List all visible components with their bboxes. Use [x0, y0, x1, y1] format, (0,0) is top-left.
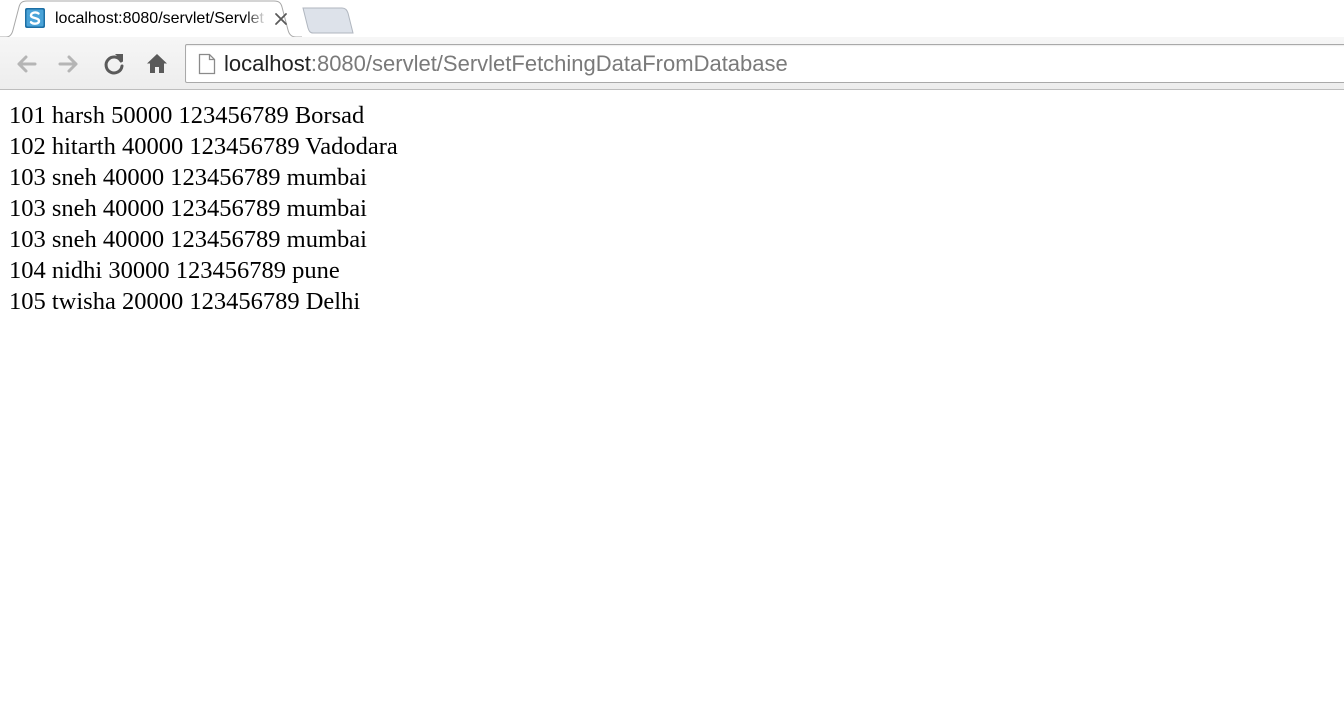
reload-button[interactable]: [98, 48, 130, 80]
back-button[interactable]: [10, 48, 42, 80]
servlet-favicon-icon: [25, 8, 45, 28]
data-row: 103 sneh 40000 123456789 mumbai: [9, 164, 367, 191]
url-path: :8080/servlet/ServletFetchingDataFromDat…: [310, 51, 788, 76]
data-row: 101 harsh 50000 123456789 Borsad: [9, 102, 365, 129]
address-bar[interactable]: localhost:8080/servlet/ServletFetchingDa…: [185, 44, 1344, 83]
page-content: 101 harsh 50000 123456789 Borsad 102 hit…: [9, 100, 1344, 317]
data-row: 103 sneh 40000 123456789 mumbai: [9, 226, 367, 253]
data-row: 103 sneh 40000 123456789 mumbai: [9, 195, 367, 222]
browser-tab[interactable]: localhost:8080/servlet/ServletFetchingDa…: [0, 0, 302, 38]
browser-toolbar: localhost:8080/servlet/ServletFetchingDa…: [0, 37, 1344, 90]
reload-icon: [104, 54, 124, 75]
url-host: localhost: [224, 51, 311, 76]
back-arrow-icon: [17, 55, 37, 73]
data-row: 102 hitarth 40000 123456789 Vadodara: [9, 133, 398, 160]
tab-title: localhost:8080/servlet/ServletFetchingDa…: [55, 10, 265, 27]
close-icon[interactable]: [271, 9, 291, 29]
tab-strip: localhost:8080/servlet/ServletFetchingDa…: [0, 0, 1344, 38]
new-tab-button[interactable]: [302, 7, 354, 34]
tab-title-fade: [245, 6, 267, 30]
forward-button[interactable]: [53, 48, 85, 80]
data-row: 104 nidhi 30000 123456789 pune: [9, 257, 340, 284]
home-button[interactable]: [141, 48, 173, 80]
home-icon: [147, 54, 167, 73]
page-icon: [198, 53, 216, 75]
forward-arrow-icon: [58, 55, 78, 73]
url-text[interactable]: localhost:8080/servlet/ServletFetchingDa…: [224, 52, 788, 76]
data-row: 105 twisha 20000 123456789 Delhi: [9, 288, 361, 315]
